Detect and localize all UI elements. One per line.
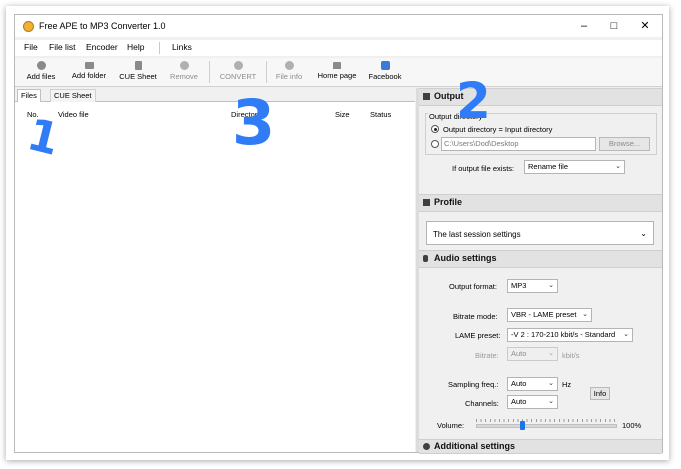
app-window: Free APE to MP3 Converter 1.0 – □ ✕ File… bbox=[14, 14, 663, 454]
info-icon bbox=[284, 61, 294, 70]
chevron-down-icon: ⌄ bbox=[548, 282, 554, 289]
output-format-select[interactable]: MP3 ⌄ bbox=[507, 279, 558, 293]
menu-separator bbox=[159, 42, 160, 54]
volume-value: 100% bbox=[622, 421, 642, 430]
toolbar: Add files Add folder CUE Sheet Remove CO… bbox=[15, 58, 662, 87]
tab-cue-sheet[interactable]: CUE Sheet bbox=[50, 89, 96, 102]
lame-preset-label: LAME preset: bbox=[455, 331, 501, 340]
remove-button[interactable]: Remove bbox=[167, 58, 201, 86]
menu-links[interactable]: Links bbox=[172, 42, 192, 52]
menu-bar: File File list Encoder Help Links bbox=[15, 40, 662, 56]
app-logo-icon bbox=[23, 21, 34, 32]
browse-button[interactable]: Browse... bbox=[599, 137, 650, 151]
channels-select[interactable]: Auto ⌄ bbox=[507, 395, 558, 409]
additional-settings-header[interactable]: Additional settings bbox=[419, 439, 662, 454]
column-header-status[interactable]: Status bbox=[370, 110, 391, 119]
menu-encoder[interactable]: Encoder bbox=[86, 42, 118, 52]
title-bar: Free APE to MP3 Converter 1.0 – □ ✕ bbox=[15, 15, 662, 37]
lame-preset-select[interactable]: -V 2 : 170-210 kbit/s - Standard ⌄ bbox=[507, 328, 633, 342]
volume-slider-ticks bbox=[476, 419, 615, 422]
convert-button[interactable]: CONVERT bbox=[217, 58, 259, 86]
same-directory-radio[interactable] bbox=[431, 125, 439, 133]
folder-icon bbox=[84, 62, 94, 69]
output-path-input[interactable]: C:\Users\Dod\Desktop bbox=[441, 137, 596, 151]
file-tabs: Files CUE Sheet bbox=[15, 88, 415, 102]
menu-file-list[interactable]: File list bbox=[49, 42, 75, 52]
menu-file[interactable]: File bbox=[24, 42, 38, 52]
plus-icon bbox=[36, 61, 46, 70]
cue-sheet-button[interactable]: CUE Sheet bbox=[118, 58, 158, 86]
output-exists-label: If output file exists: bbox=[452, 164, 515, 173]
music-note-icon bbox=[423, 255, 428, 262]
tab-files[interactable]: Files bbox=[17, 89, 41, 102]
bitrate-select[interactable]: Auto ⌄ bbox=[507, 347, 558, 361]
annotation-3: 3 bbox=[232, 86, 276, 159]
minimize-button[interactable]: – bbox=[569, 17, 599, 35]
facebook-button[interactable]: Facebook bbox=[365, 58, 405, 86]
sampling-unit: Hz bbox=[562, 380, 572, 389]
profile-value: The last session settings bbox=[433, 230, 521, 239]
bitrate-mode-label: Bitrate mode: bbox=[453, 312, 498, 321]
home-page-button[interactable]: Home page bbox=[315, 58, 359, 86]
profile-section-header[interactable]: Profile bbox=[419, 194, 662, 212]
file-list-pane: Files CUE Sheet No. Video file Director … bbox=[15, 88, 415, 452]
volume-slider[interactable] bbox=[476, 424, 617, 428]
convert-icon bbox=[233, 61, 243, 70]
folder-icon bbox=[423, 93, 430, 100]
profile-select[interactable]: The last session settings ⌄ bbox=[426, 221, 654, 245]
gear-icon bbox=[423, 443, 430, 450]
window-title: Free APE to MP3 Converter 1.0 bbox=[39, 21, 166, 31]
bitrate-mode-select[interactable]: VBR - LAME preset ⌄ bbox=[507, 308, 592, 322]
volume-label: Volume: bbox=[437, 421, 465, 430]
remove-icon bbox=[179, 61, 189, 70]
profile-icon bbox=[423, 199, 430, 206]
volume-slider-thumb[interactable] bbox=[519, 421, 525, 430]
column-header-size[interactable]: Size bbox=[335, 110, 350, 119]
annotation-2: 2 bbox=[456, 72, 491, 130]
add-files-button[interactable]: Add files bbox=[25, 58, 57, 86]
document-icon bbox=[134, 61, 142, 70]
bitrate-label: Bitrate: bbox=[475, 351, 499, 360]
add-folder-button[interactable]: Add folder bbox=[70, 58, 108, 86]
output-format-label: Output format: bbox=[449, 282, 497, 291]
output-exists-select[interactable]: Rename file ⌄ bbox=[524, 160, 625, 174]
bitrate-unit: kbit/s bbox=[562, 351, 580, 360]
file-info-button[interactable]: File info bbox=[272, 58, 306, 86]
chevron-down-icon: ⌄ bbox=[582, 311, 588, 318]
settings-pane: Output Output directory Output directory… bbox=[419, 88, 662, 454]
info-button[interactable]: Info bbox=[590, 387, 610, 400]
custom-directory-radio[interactable] bbox=[431, 140, 439, 148]
chevron-down-icon: ⌄ bbox=[615, 163, 621, 170]
chevron-down-icon: ⌄ bbox=[640, 229, 647, 238]
chevron-down-icon: ⌄ bbox=[548, 398, 554, 405]
sampling-freq-select[interactable]: Auto ⌄ bbox=[507, 377, 558, 391]
toolbar-separator bbox=[266, 61, 267, 83]
sampling-freq-label: Sampling freq.: bbox=[448, 380, 499, 389]
facebook-icon bbox=[380, 61, 390, 70]
menu-help[interactable]: Help bbox=[127, 42, 144, 52]
chevron-down-icon: ⌄ bbox=[623, 331, 629, 338]
chevron-down-icon: ⌄ bbox=[548, 350, 554, 357]
chevron-down-icon: ⌄ bbox=[548, 380, 554, 387]
toolbar-separator bbox=[209, 61, 210, 83]
audio-section-header[interactable]: Audio settings bbox=[419, 250, 662, 268]
close-button[interactable]: ✕ bbox=[630, 17, 660, 35]
home-icon bbox=[333, 62, 341, 69]
maximize-button[interactable]: □ bbox=[599, 17, 629, 35]
channels-label: Channels: bbox=[465, 399, 499, 408]
